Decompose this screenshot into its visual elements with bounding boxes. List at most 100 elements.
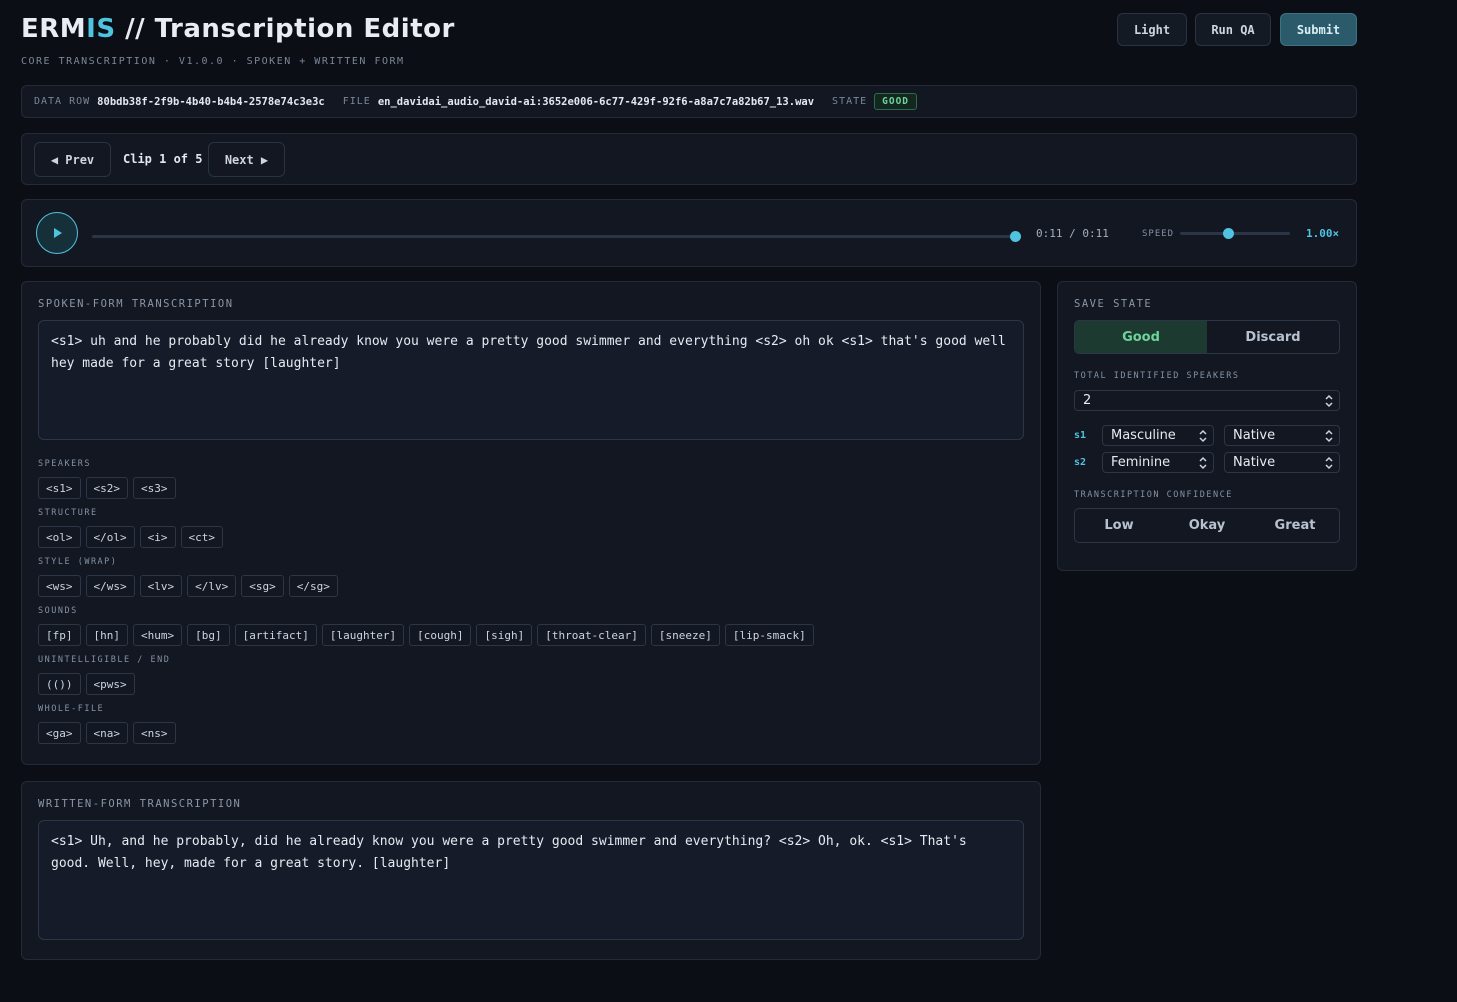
- page-subtitle: CORE TRANSCRIPTION · V1.0.0 · SPOKEN + W…: [21, 56, 405, 67]
- state-badge: GOOD: [874, 93, 918, 110]
- tag-chip[interactable]: <sg>: [241, 575, 284, 597]
- speed-slider-handle[interactable]: [1223, 228, 1234, 239]
- tag-chip[interactable]: [throat-clear]: [537, 624, 646, 646]
- speakers-count-title: TOTAL IDENTIFIED SPEAKERS: [1074, 371, 1240, 381]
- tag-chip[interactable]: </sg>: [288, 575, 338, 597]
- speaker-1-native-select[interactable]: Native: [1224, 425, 1340, 446]
- title-part-1: ERM: [21, 14, 87, 44]
- tag-group-label: SOUNDS: [38, 606, 78, 616]
- play-icon: [54, 228, 62, 238]
- written-form-textarea[interactable]: <s1> Uh, and he probably, did he already…: [38, 820, 1024, 940]
- tag-group-label: UNINTELLIGIBLE / END: [38, 655, 171, 665]
- confidence-great-option[interactable]: Great: [1251, 509, 1339, 542]
- chevron-updown-icon: [1325, 456, 1333, 470]
- tag-chip[interactable]: [cough]: [409, 624, 472, 646]
- written-form-panel: WRITTEN-FORM TRANSCRIPTION <s1> Uh, and …: [21, 781, 1041, 960]
- audio-player: 0:11 / 0:11 SPEED 1.00×: [21, 199, 1357, 267]
- tag-chip[interactable]: (()): [38, 673, 81, 695]
- title-part-2: IS: [86, 14, 116, 44]
- tag-chip[interactable]: <ct>: [180, 526, 223, 548]
- speakers-count-value: 2: [1083, 393, 1092, 408]
- tag-group-label: SPEAKERS: [38, 459, 91, 469]
- submit-button[interactable]: Submit: [1280, 13, 1357, 46]
- run-qa-button[interactable]: Run QA: [1195, 13, 1271, 46]
- tag-chip[interactable]: </lv>: [187, 575, 237, 597]
- tag-chip[interactable]: </ws>: [85, 575, 135, 597]
- tag-chip[interactable]: <s3>: [133, 477, 176, 499]
- spoken-form-textarea[interactable]: <s1> uh and he probably did he already k…: [38, 320, 1024, 440]
- tag-chip[interactable]: <ws>: [38, 575, 81, 597]
- speed-slider-track[interactable]: [1180, 232, 1290, 235]
- prev-clip-button[interactable]: ◀ Prev: [34, 142, 111, 177]
- tag-chip[interactable]: <hum>: [133, 624, 183, 646]
- tag-chip[interactable]: [fp]: [38, 624, 81, 646]
- tag-chip[interactable]: [lip-smack]: [724, 624, 814, 646]
- tag-chip[interactable]: [hn]: [85, 624, 128, 646]
- playback-time: 0:11 / 0:11: [1036, 227, 1109, 240]
- page-title: ERMIS // Transcription Editor: [21, 14, 455, 44]
- spoken-form-title: SPOKEN-FORM TRANSCRIPTION: [38, 298, 234, 310]
- speaker-2-label: s2: [1074, 457, 1087, 468]
- audio-progress-track[interactable]: [92, 235, 1016, 238]
- tag-chip[interactable]: </ol>: [85, 526, 135, 548]
- save-good-option[interactable]: Good: [1075, 321, 1207, 353]
- tag-chip[interactable]: <lv>: [139, 575, 183, 597]
- next-clip-button[interactable]: Next ▶: [208, 142, 285, 177]
- state-label: STATE: [832, 96, 868, 107]
- clip-counter: Clip 1 of 5: [123, 152, 203, 166]
- speaker-1-gender-value: Masculine: [1111, 428, 1176, 443]
- tag-chip-row: <ga> <na> <ns>: [38, 722, 176, 744]
- tag-chip[interactable]: <i>: [139, 526, 176, 548]
- save-state-toggle: Good Discard: [1074, 320, 1340, 354]
- tag-chip[interactable]: <ol>: [38, 526, 81, 548]
- tag-group-label: STRUCTURE: [38, 508, 98, 518]
- tag-chip[interactable]: <ns>: [133, 722, 176, 744]
- speed-label: SPEED: [1142, 229, 1175, 239]
- speaker-1-gender-select[interactable]: Masculine: [1102, 425, 1214, 446]
- clip-navigation: ◀ Prev Clip 1 of 5 Next ▶: [21, 133, 1357, 185]
- tag-chip[interactable]: <s2>: [85, 477, 128, 499]
- audio-progress-handle[interactable]: [1010, 231, 1021, 242]
- tag-chip[interactable]: [bg]: [187, 624, 230, 646]
- side-panel: SAVE STATE Good Discard TOTAL IDENTIFIED…: [1057, 281, 1357, 571]
- light-theme-button[interactable]: Light: [1117, 13, 1187, 46]
- file-label: FILE: [342, 96, 371, 107]
- tag-chip[interactable]: <s1>: [38, 477, 81, 499]
- data-row-value: 80bdb38f-2f9b-4b40-b4b4-2578e74c3e3c: [97, 95, 325, 108]
- play-button[interactable]: [36, 212, 78, 254]
- tag-chip[interactable]: <na>: [85, 722, 128, 744]
- speakers-count-select[interactable]: 2: [1074, 390, 1340, 411]
- confidence-low-option[interactable]: Low: [1075, 509, 1163, 542]
- chevron-updown-icon: [1199, 429, 1207, 443]
- tag-chip[interactable]: [sneeze]: [650, 624, 720, 646]
- chevron-updown-icon: [1199, 456, 1207, 470]
- tag-chip-row: (()) <pws>: [38, 673, 135, 695]
- confidence-toggle: Low Okay Great: [1074, 508, 1340, 543]
- confidence-title: TRANSCRIPTION CONFIDENCE: [1074, 490, 1233, 500]
- save-discard-option[interactable]: Discard: [1207, 321, 1339, 353]
- confidence-okay-option[interactable]: Okay: [1163, 509, 1251, 542]
- tag-chip[interactable]: [artifact]: [234, 624, 317, 646]
- data-row-label: DATA ROW: [34, 96, 91, 107]
- tag-chip-row: <s1> <s2> <s3>: [38, 477, 176, 499]
- tag-group-label: WHOLE-FILE: [38, 704, 105, 714]
- tag-chip[interactable]: [sigh]: [476, 624, 533, 646]
- speaker-1-label: s1: [1074, 430, 1087, 441]
- title-part-3: // Transcription Editor: [115, 14, 455, 44]
- chevron-updown-icon: [1325, 394, 1333, 408]
- speaker-1-native-value: Native: [1233, 428, 1276, 443]
- tag-group-label: STYLE (WRAP): [38, 557, 118, 567]
- meta-bar: DATA ROW 80bdb38f-2f9b-4b40-b4b4-2578e74…: [21, 85, 1357, 118]
- file-value: en_davidai_audio_david-ai:3652e006-6c77-…: [377, 95, 815, 108]
- speaker-2-native-select[interactable]: Native: [1224, 452, 1340, 473]
- tag-chip[interactable]: [laughter]: [321, 624, 405, 646]
- speaker-2-gender-select[interactable]: Feminine: [1102, 452, 1214, 473]
- tag-chip-row: [fp] [hn] <hum> [bg] [artifact] [laughter] [co…: [38, 624, 814, 646]
- tag-chip-row: <ol> </ol> <i> <ct>: [38, 526, 223, 548]
- save-state-title: SAVE STATE: [1074, 298, 1153, 310]
- tag-chip[interactable]: <pws>: [85, 673, 135, 695]
- speed-value: 1.00×: [1306, 227, 1340, 240]
- spoken-form-panel: SPOKEN-FORM TRANSCRIPTION <s1> uh and he…: [21, 281, 1041, 765]
- written-form-title: WRITTEN-FORM TRANSCRIPTION: [38, 798, 242, 810]
- tag-chip[interactable]: <ga>: [38, 722, 81, 744]
